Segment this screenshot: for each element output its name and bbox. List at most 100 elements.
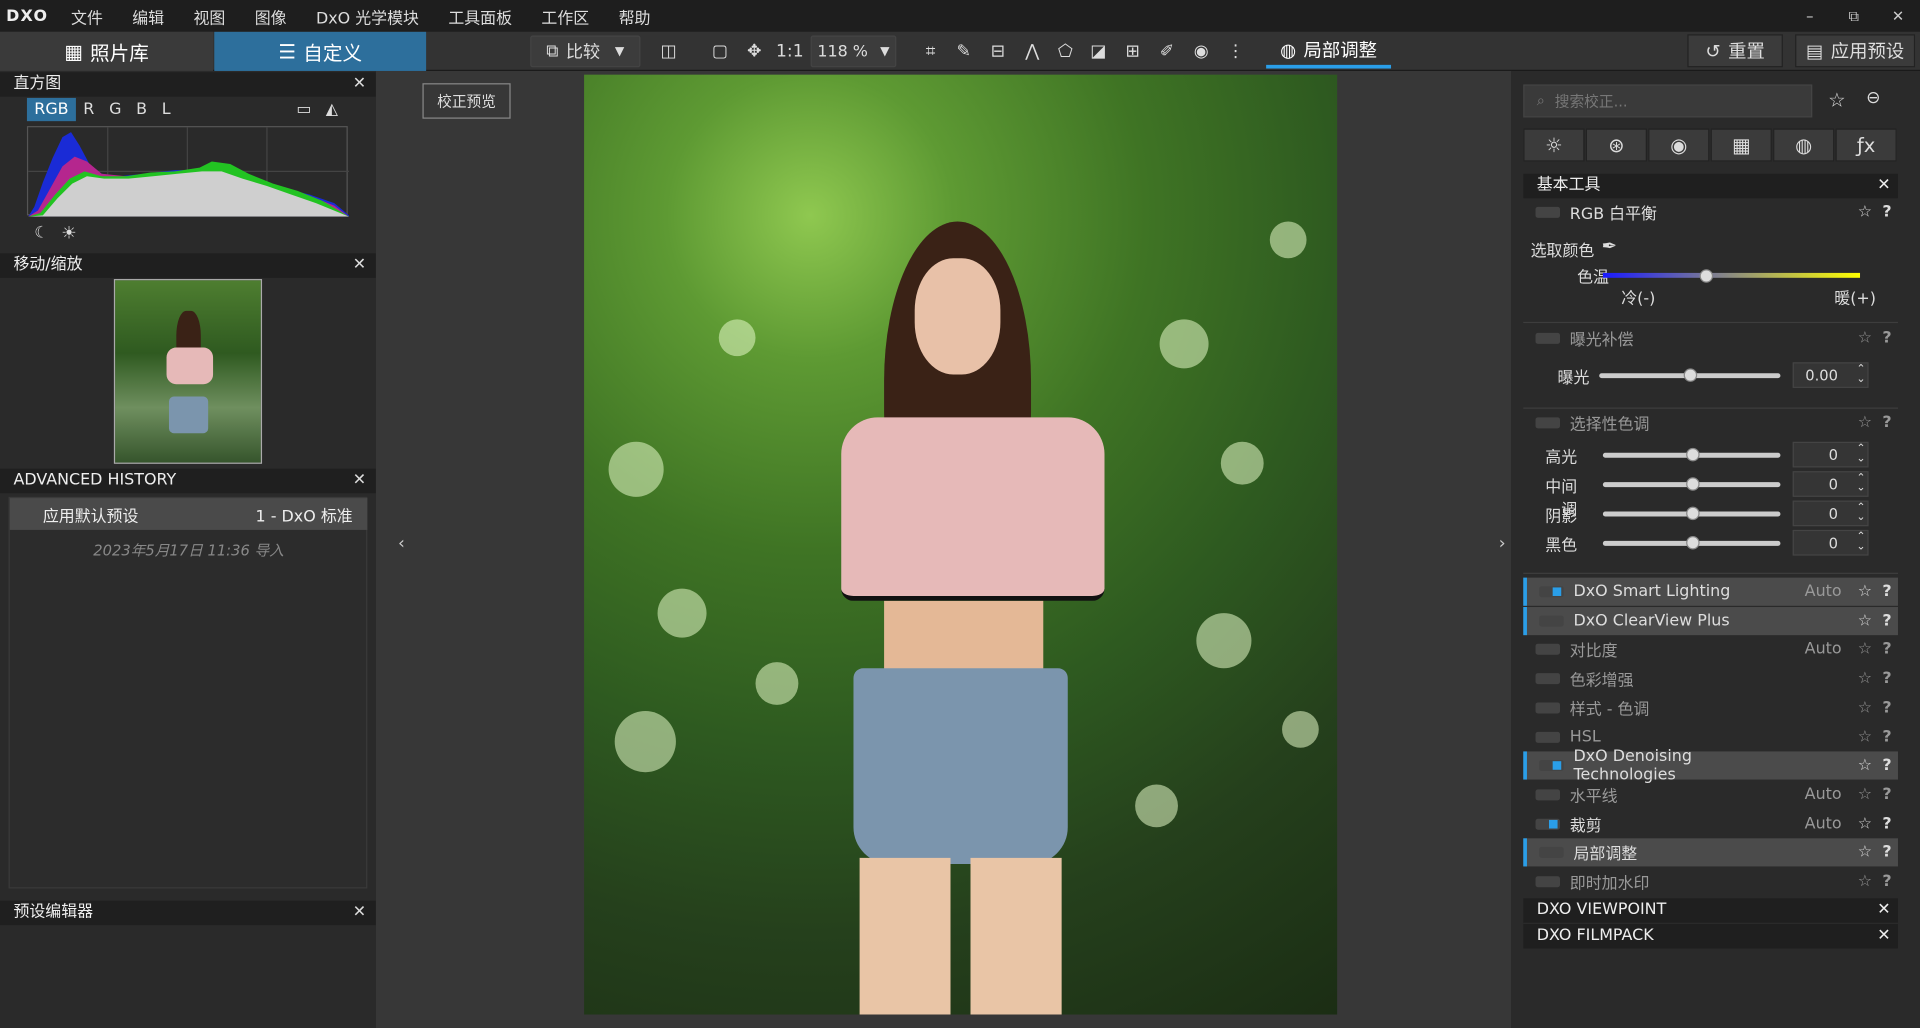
compare-button[interactable]: ⧉ 比较 ▼ (530, 35, 641, 68)
eyedropper-icon[interactable]: ✎ (951, 35, 975, 67)
monitor-icon[interactable]: ▭ (296, 100, 311, 118)
help-icon[interactable]: ? (1876, 414, 1898, 432)
close-button[interactable]: ✕ (1876, 0, 1920, 32)
stepper-icon[interactable]: ⌃ ⌄ (1856, 364, 1865, 385)
star-icon[interactable]: ☆ (1854, 815, 1876, 833)
fit-screen-icon[interactable]: ▢ (705, 35, 734, 67)
navigator-thumbnail[interactable] (113, 279, 263, 464)
help-icon[interactable]: ? (1876, 329, 1898, 347)
viewpoint-header[interactable]: DXO VIEWPOINT ✕ (1523, 898, 1898, 923)
toggle-switch[interactable] (1535, 644, 1561, 656)
tab-customize[interactable]: ☰ 自定义 (214, 31, 427, 71)
tab-b[interactable]: B (129, 98, 155, 121)
close-icon[interactable]: ✕ (353, 253, 366, 277)
star-icon[interactable]: ☆ (1854, 873, 1876, 891)
effects-icon[interactable]: ƒx (1835, 128, 1897, 162)
star-icon[interactable]: ☆ (1854, 583, 1876, 601)
toggle-switch[interactable] (1535, 417, 1561, 429)
star-icon[interactable]: ☆ (1828, 88, 1846, 111)
eye-icon[interactable]: ◉ (1188, 35, 1215, 67)
help-icon[interactable]: ? (1876, 728, 1898, 746)
tool-row[interactable]: 水平线 Auto ☆? (1523, 781, 1898, 809)
close-icon[interactable]: ✕ (353, 901, 366, 925)
light-icon[interactable]: ☼ (1523, 128, 1585, 162)
tool-row[interactable]: 色彩增强 ☆? (1523, 665, 1898, 693)
toggle-icon[interactable]: ⊖ (1866, 88, 1880, 108)
tool-row[interactable]: DxO Smart Lighting Auto ☆? (1523, 577, 1898, 606)
star-icon[interactable]: ☆ (1854, 699, 1876, 717)
adjust-icon[interactable]: ⋮ (1222, 35, 1249, 67)
detail-icon[interactable]: ◉ (1648, 128, 1710, 162)
help-icon[interactable]: ? (1876, 612, 1898, 630)
zoom-select[interactable]: 118 % ▼ (810, 35, 897, 68)
close-icon[interactable]: ✕ (1877, 924, 1890, 948)
auto-label[interactable]: Auto (1793, 786, 1842, 804)
ruler-icon[interactable]: ⊟ (984, 35, 1011, 67)
star-icon[interactable]: ☆ (1854, 203, 1876, 221)
auto-label[interactable]: Auto (1793, 815, 1842, 833)
toggle-switch[interactable] (1539, 760, 1564, 772)
tool-row[interactable]: DxO ClearView Plus ☆? (1523, 606, 1898, 635)
star-icon[interactable]: ☆ (1854, 844, 1876, 862)
toggle-switch[interactable] (1535, 876, 1561, 888)
toggle-switch[interactable] (1535, 206, 1561, 218)
menu-optics[interactable]: DxO 光学模块 (301, 4, 433, 27)
shadows-knob[interactable] (1686, 506, 1700, 521)
help-icon[interactable]: ? (1876, 757, 1898, 775)
tab-library[interactable]: ▦ 照片库 (0, 31, 214, 71)
toggle-switch[interactable] (1539, 615, 1564, 627)
menu-view[interactable]: 视图 (179, 4, 240, 27)
tool-row[interactable]: 对比度 Auto ☆? (1523, 636, 1898, 664)
help-icon[interactable]: ? (1876, 786, 1898, 804)
chevron-down-icon[interactable]: ▼ (615, 45, 624, 58)
toggle-switch[interactable] (1535, 673, 1561, 685)
stepper-icon[interactable]: ⌃ ⌄ (1856, 444, 1865, 465)
main-photo[interactable] (584, 74, 1338, 1015)
auto-label[interactable]: Auto (1793, 641, 1842, 659)
help-icon[interactable]: ? (1876, 203, 1898, 221)
star-icon[interactable]: ☆ (1854, 641, 1876, 659)
star-icon[interactable]: ☆ (1854, 612, 1876, 630)
menu-toolpanel[interactable]: 工具面板 (434, 4, 527, 27)
tool-row[interactable]: DxO Denoising Technologies ☆? (1523, 747, 1898, 784)
toggle-switch[interactable] (1535, 789, 1561, 801)
tool-row[interactable]: 即时加水印 ☆? (1523, 868, 1898, 896)
star-icon[interactable]: ☆ (1854, 329, 1876, 347)
tab-g[interactable]: G (102, 98, 129, 121)
split-view-icon[interactable]: ◫ (654, 35, 683, 67)
tab-l[interactable]: L (154, 98, 178, 121)
help-icon[interactable]: ? (1876, 844, 1898, 862)
crop-icon[interactable]: ⌗ (918, 35, 942, 67)
minimize-button[interactable]: – (1788, 0, 1832, 32)
help-icon[interactable]: ? (1876, 699, 1898, 717)
blacks-knob[interactable] (1686, 536, 1700, 550)
star-icon[interactable]: ☆ (1854, 670, 1876, 688)
exposure-row[interactable]: 曝光补偿 ☆? (1523, 324, 1898, 352)
polygon-icon[interactable]: ⬠ (1052, 35, 1079, 67)
help-icon[interactable]: ? (1876, 583, 1898, 601)
repair-icon[interactable]: ✐ (1153, 35, 1180, 67)
help-icon[interactable]: ? (1876, 670, 1898, 688)
local-icon[interactable]: ◍ (1773, 128, 1835, 162)
exposure-knob[interactable] (1683, 368, 1698, 382)
toggle-switch[interactable] (1535, 731, 1561, 743)
apply-preset-button[interactable]: ▤ 应用预设 (1795, 34, 1916, 68)
highlights-knob[interactable] (1686, 447, 1700, 462)
tool-row[interactable]: 局部调整 ☆? (1523, 838, 1898, 867)
correction-preview-button[interactable]: 校正预览 (422, 83, 511, 119)
menu-help[interactable]: 帮助 (604, 4, 665, 27)
local-adjust-tab[interactable]: ◍ 局部调整 (1266, 34, 1392, 69)
temp-knob[interactable] (1699, 269, 1714, 283)
geometry-icon[interactable]: ▦ (1710, 128, 1772, 162)
help-icon[interactable]: ? (1876, 815, 1898, 833)
menu-file[interactable]: 文件 (56, 4, 117, 27)
ratio-button[interactable]: 1:1 (775, 35, 804, 67)
selective-tone-row[interactable]: 选择性色调 ☆? (1523, 409, 1898, 437)
eyedropper-icon[interactable]: ✒ (1602, 235, 1617, 257)
tool-row[interactable]: 样式 - 色调 ☆? (1523, 694, 1898, 722)
toggle-switch[interactable] (1539, 586, 1564, 598)
close-icon[interactable]: ✕ (1877, 174, 1890, 198)
search-input[interactable]: ⌕ 搜索校正... (1523, 84, 1813, 118)
menu-edit[interactable]: 编辑 (118, 4, 179, 27)
transform-icon[interactable]: ⊞ (1119, 35, 1146, 67)
